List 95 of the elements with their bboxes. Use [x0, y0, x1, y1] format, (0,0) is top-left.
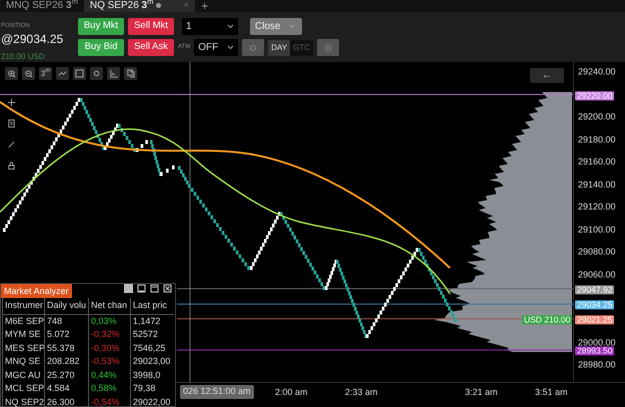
table-cell: MYM SE [2, 328, 44, 342]
price-marker: 29021.25 [575, 315, 614, 324]
price-tick: 29120.00 [578, 202, 616, 212]
toolbar-button[interactable] [73, 67, 86, 80]
price-tick: 29060.00 [578, 270, 616, 280]
price-marker: 29034.25 [575, 300, 614, 310]
column-header[interactable]: Daily volu [44, 298, 88, 314]
price-marker: 29220.00 [575, 90, 614, 100]
caret-icon [288, 24, 296, 29]
price-tick: 29200.00 [578, 112, 616, 122]
atm-dropdown[interactable]: OFF [194, 39, 238, 56]
chart-tab[interactable]: NQ SEP26 3$^{m}$ × [84, 0, 196, 12]
table-cell: MES SEP [2, 342, 44, 355]
minimize-icon[interactable] [137, 284, 146, 293]
price-marker: 29047.92 [575, 285, 614, 294]
price-tick: 29000.00 [578, 338, 616, 348]
new-tab-button[interactable]: + [195, 0, 214, 12]
table-cell: 79,38 [130, 382, 174, 396]
table-cell: 748 [44, 314, 88, 328]
table-cell: -0,32% [88, 328, 130, 342]
table-cell: 0,58% [88, 382, 130, 396]
axis-icon [109, 69, 118, 78]
back-button[interactable]: ← [530, 68, 564, 83]
table-cell: 3998,0 [130, 368, 174, 382]
crosshair-icon [7, 98, 16, 107]
sell-button[interactable]: Sell Mkt [128, 18, 174, 35]
caret-icon [227, 24, 234, 29]
price-tick: 29140.00 [578, 180, 616, 190]
price-tick: 29100.00 [578, 225, 616, 234]
cursor-time-label: 026 12:51:00 am [180, 385, 254, 398]
pencil-icon [7, 140, 16, 149]
zoom-out-icon [24, 69, 33, 78]
position-price: @29034.25 [1, 32, 64, 46]
copy-icon [126, 69, 135, 78]
table-cell: 1,1472 [130, 314, 174, 328]
column-header[interactable]: Net chan [88, 298, 130, 314]
table-cell: NQ SEP2 [2, 396, 44, 407]
table-cell: 0,03% [88, 314, 130, 328]
window-menu-icon [124, 284, 133, 293]
caret-icon [227, 45, 234, 50]
table-cell: 208.282 [44, 355, 88, 368]
price-marker: 28993.50 [575, 346, 614, 356]
drawing-tool-button[interactable] [5, 96, 18, 109]
table-cell: MGC AU [2, 368, 44, 382]
price-tick: 28980.00 [578, 360, 616, 370]
table-cell: 26.300 [44, 396, 88, 407]
column-header[interactable]: Instrumer [2, 298, 44, 314]
close-dropdown[interactable]: Close [250, 18, 302, 35]
window-title: Market Analyzer [1, 284, 72, 298]
table-cell: 29023,00 [130, 355, 174, 368]
table-cell: MCL SEP [2, 382, 44, 396]
toolbar-button[interactable] [56, 67, 69, 80]
quantity-field[interactable]: 1 [182, 18, 238, 35]
interval-button[interactable]: 3$^{m}$ [39, 67, 52, 80]
table-cell: -0,54% [88, 396, 130, 407]
lock-icon [7, 161, 16, 170]
settings-button[interactable] [242, 39, 264, 56]
table-cell: 55.378 [44, 342, 88, 355]
toolbar-button[interactable] [107, 67, 120, 80]
toolbar-button[interactable] [5, 67, 18, 80]
column-header[interactable]: Last pric [130, 298, 174, 314]
price-tick: 29160.00 [578, 158, 616, 167]
toolbar-button[interactable] [124, 67, 137, 80]
price-tick: 29080.00 [578, 248, 616, 257]
chart-tab[interactable]: MNQ SEP26 3$^{m}$ [0, 0, 84, 12]
table-cell: -0,53% [88, 355, 130, 368]
time-tick: 2:00 am [275, 386, 308, 399]
table-cell: 7546,25 [130, 342, 174, 355]
toolbar-button[interactable] [90, 67, 103, 80]
table-cell: 4.584 [44, 382, 88, 396]
time-tick: 3:21 am [465, 386, 498, 399]
close-icon[interactable] [163, 284, 172, 293]
settings-button[interactable] [316, 39, 339, 56]
zoom-in-icon [7, 69, 16, 78]
document-icon [7, 119, 16, 128]
table-cell: M6E SEP [2, 314, 44, 328]
table-cell: -0,30% [88, 342, 130, 355]
table-cell: 25.270 [44, 368, 88, 382]
pnl-tag: USD 210.00 [522, 315, 572, 324]
table-cell: 29022,00 [130, 396, 174, 407]
table-cell: MNQ SE [2, 355, 44, 368]
table-cell: 0,44% [88, 368, 130, 382]
price-tick: 29180.00 [578, 135, 616, 144]
maximize-icon[interactable] [150, 284, 159, 293]
time-tick: 2:33 am [345, 386, 378, 399]
price-tick: 29240.00 [578, 68, 616, 76]
time-in-force-toggle[interactable]: DAY [268, 40, 290, 56]
table-cell: 52572 [130, 328, 174, 342]
toolbar-button[interactable] [22, 67, 35, 80]
sell-button[interactable]: Sell Ask [128, 39, 174, 56]
line-chart-icon [58, 69, 67, 78]
time-tick: 3:51 am [535, 386, 568, 399]
position-pnl: 210.00 USD [1, 52, 45, 61]
table-cell: 5.072 [44, 328, 88, 342]
selection-icon [75, 69, 84, 78]
